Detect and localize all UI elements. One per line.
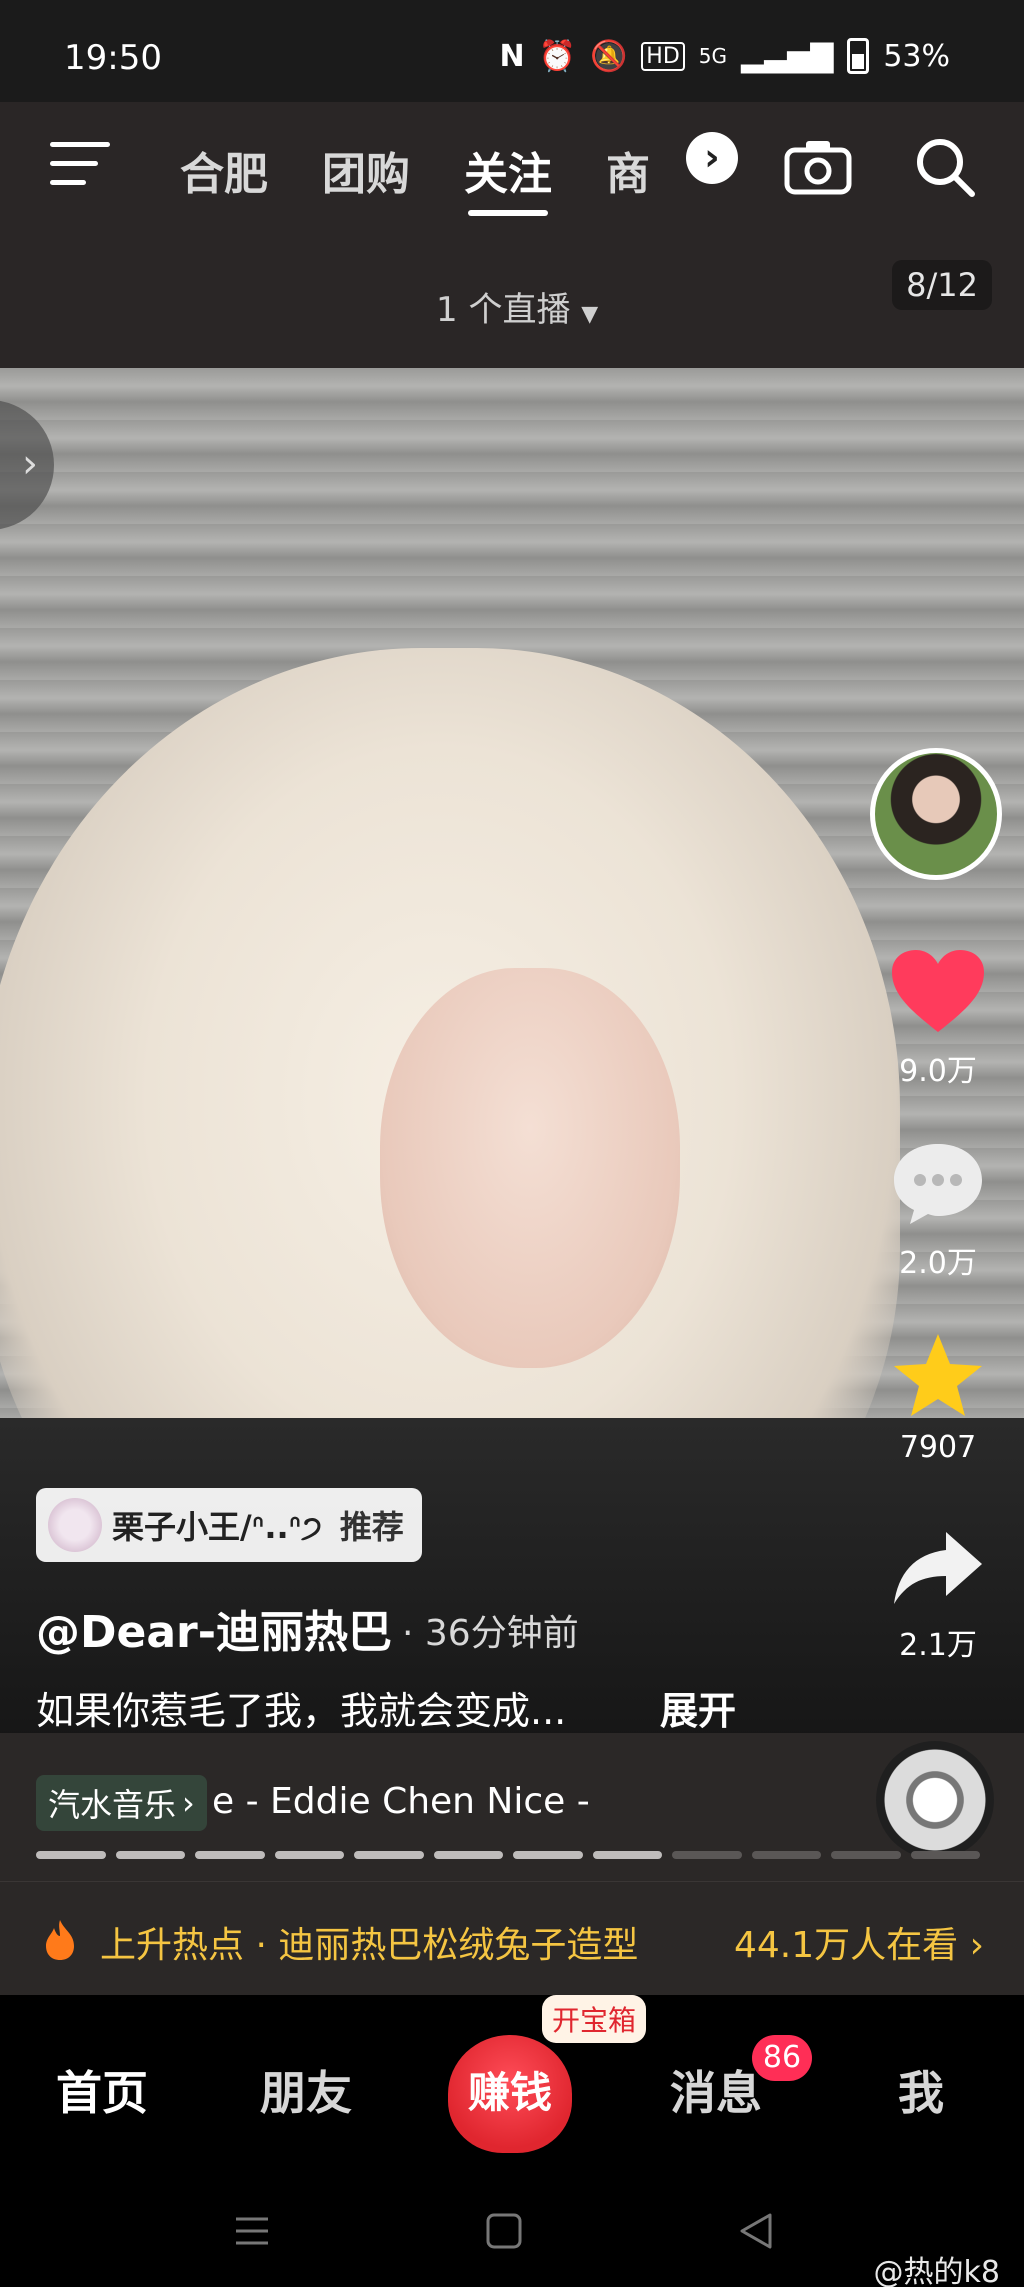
recommender-avatar: [48, 1498, 102, 1552]
chevron-right-icon: ›: [969, 1925, 984, 1966]
post-description: 如果你惹毛了我，我就会变成...: [36, 1689, 567, 1733]
progress-segment: [513, 1851, 583, 1859]
like-action[interactable]: 9.0万: [870, 948, 1006, 1090]
more-tabs-chevron-icon[interactable]: ›: [686, 132, 738, 184]
comment-icon: [894, 1144, 982, 1224]
tab-hefei[interactable]: 合肥: [180, 138, 268, 202]
home-square-icon[interactable]: [484, 2211, 524, 2251]
battery-percent: 53%: [883, 38, 950, 74]
progress-segment: [195, 1851, 265, 1859]
comment-count: 2.0万: [899, 1246, 977, 1281]
bottom-nav: 首页 朋友 赚钱 开宝箱 消息 86 我: [0, 1995, 1024, 2165]
progress-segment: [274, 1851, 344, 1859]
status-time: 19:50: [64, 38, 162, 78]
flame-icon: [46, 1920, 74, 1960]
nav-messages[interactable]: 消息: [670, 2057, 762, 2123]
camera-icon[interactable]: [784, 138, 852, 196]
nav-home[interactable]: 首页: [56, 2057, 148, 2123]
nav-me[interactable]: 我: [898, 2057, 944, 2123]
search-icon[interactable]: [912, 134, 978, 200]
music-disc-icon[interactable]: [876, 1741, 994, 1859]
alarm-icon: ⏰: [538, 38, 576, 74]
music-app-chip[interactable]: 汽水音乐 ›: [36, 1775, 207, 1831]
dropdown-caret-icon: ▼: [581, 302, 599, 327]
recommend-label: 推荐: [339, 1508, 404, 1546]
music-bar: 汽水音乐 › e - Eddie Chen Nice -: [0, 1733, 1024, 1881]
top-nav: 合肥 团购 关注 商 ›: [0, 102, 1024, 232]
video-progress-bar[interactable]: [36, 1851, 980, 1859]
star-icon: [894, 1334, 982, 1416]
author-username[interactable]: @Dear-迪丽热巴: [36, 1596, 392, 1660]
nfc-icon: N: [499, 38, 525, 74]
post-time: · 36分钟前: [402, 1613, 579, 1654]
recents-icon[interactable]: [232, 2211, 272, 2251]
tab-mall[interactable]: 商: [606, 138, 650, 202]
mute-icon: 🔕: [589, 38, 628, 74]
favorite-action[interactable]: 7907: [870, 1332, 1006, 1465]
share-action[interactable]: 2.1万: [870, 1528, 1006, 1664]
progress-segment: [672, 1851, 742, 1859]
previous-chevron-icon[interactable]: ›: [0, 400, 54, 530]
chevron-right-icon: ›: [182, 1784, 195, 1822]
expand-button[interactable]: 展开: [660, 1680, 736, 1735]
hd-icon: HD: [641, 41, 685, 71]
comment-action[interactable]: 2.0万: [870, 1140, 1006, 1282]
system-navigation: @热的k8: [0, 2165, 1024, 2287]
tab-group-buy[interactable]: 团购: [322, 138, 410, 202]
progress-segment: [354, 1851, 424, 1859]
hot-watching-label: 44.1万人在看: [733, 1925, 959, 1966]
messages-badge: 86: [752, 2035, 812, 2081]
live-dropdown[interactable]: 1 个直播 ▼: [436, 282, 598, 331]
progress-segment: [831, 1851, 901, 1859]
share-arrow-icon: [894, 1532, 982, 1604]
video-subject-face: [380, 968, 680, 1368]
back-triangle-icon[interactable]: [736, 2211, 776, 2251]
signal-icon: ▂▃▅▇: [741, 38, 834, 74]
recommend-chip[interactable]: 栗子小王/ᐢ..ᐢ੭ 推荐: [36, 1488, 422, 1562]
author-avatar[interactable]: [870, 748, 1002, 880]
hot-topic-bar[interactable]: 上升热点 · 迪丽热巴松绒兔子造型 44.1万人在看 ›: [0, 1881, 1024, 1995]
active-tab-indicator: [468, 210, 548, 216]
progress-segment: [433, 1851, 503, 1859]
like-count: 9.0万: [899, 1054, 977, 1089]
share-count: 2.1万: [899, 1628, 977, 1663]
progress-segment: [751, 1851, 821, 1859]
sub-nav: 1 个直播 ▼ 8/12: [0, 232, 1024, 368]
nav-friends[interactable]: 朋友: [260, 2057, 352, 2123]
hot-watching-count: 44.1万人在看 ›: [734, 1916, 984, 1968]
status-icons: N ⏰ 🔕 HD 5G ▂▃▅▇ 53%: [499, 38, 950, 74]
nav-earn-button[interactable]: 赚钱: [448, 2035, 572, 2153]
treasure-box-badge: 开宝箱: [542, 1995, 647, 2043]
menu-icon[interactable]: [50, 142, 110, 192]
hot-topic-text: 上升热点 · 迪丽热巴松绒兔子造型: [100, 1925, 639, 1966]
music-app-label: 汽水音乐: [48, 1786, 177, 1824]
live-dropdown-label: 1 个直播: [436, 290, 571, 330]
watermark: @热的k8: [873, 2255, 1000, 2287]
status-bar: 19:50 N ⏰ 🔕 HD 5G ▂▃▅▇ 53%: [0, 0, 1024, 102]
progress-segment: [592, 1851, 662, 1859]
recommender-name: 栗子小王/ᐢ..ᐢ੭: [112, 1508, 322, 1546]
heart-icon: [892, 950, 984, 1032]
network-label: 5G: [698, 44, 728, 68]
progress-segment: [115, 1851, 185, 1859]
tab-following[interactable]: 关注: [464, 138, 552, 202]
progress-segment: [910, 1851, 980, 1859]
music-track-marquee[interactable]: e - Eddie Chen Nice -: [212, 1781, 590, 1822]
progress-segment: [36, 1851, 106, 1859]
battery-icon: [847, 38, 870, 74]
page-counter: 8/12: [892, 260, 992, 310]
favorite-count: 7907: [899, 1430, 977, 1465]
